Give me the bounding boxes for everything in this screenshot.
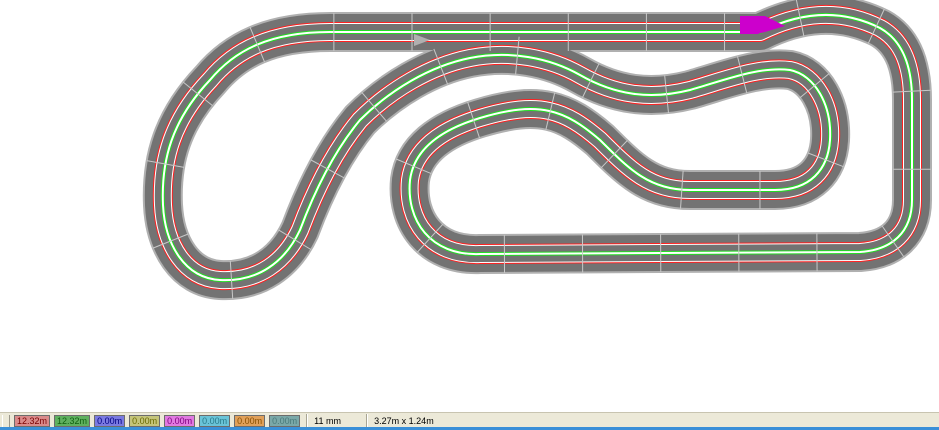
layout-size-value: 3.27m x 1.24m [374,415,434,426]
lane-length-8: 0.00m [269,414,301,427]
lane-lengths: 12.32m 12.32m 0.00m 0.00m 0.00m 0.00m 0.00m 0.0… [10,414,301,427]
status-separator [366,414,369,427]
resize-grip [2,414,10,427]
lane-length-6: 0.00m [199,414,231,427]
track-layout[interactable] [0,0,939,412]
lane-length-7: 0.00m [234,414,266,427]
lane-length-4: 0.00m [129,414,161,427]
status-separator [306,414,309,427]
lane-length-2: 12.32m [54,414,91,427]
lane-length-5: 0.00m [164,414,196,427]
lane-length-3: 0.00m [94,414,126,427]
status-bar: 12.32m 12.32m 0.00m 0.00m 0.00m 0.00m 0.00m 0.0… [0,412,939,428]
track-canvas[interactable] [0,0,939,412]
grid-size-value: 11 mm [314,415,341,426]
lane-length-1: 12.32m [14,414,51,427]
